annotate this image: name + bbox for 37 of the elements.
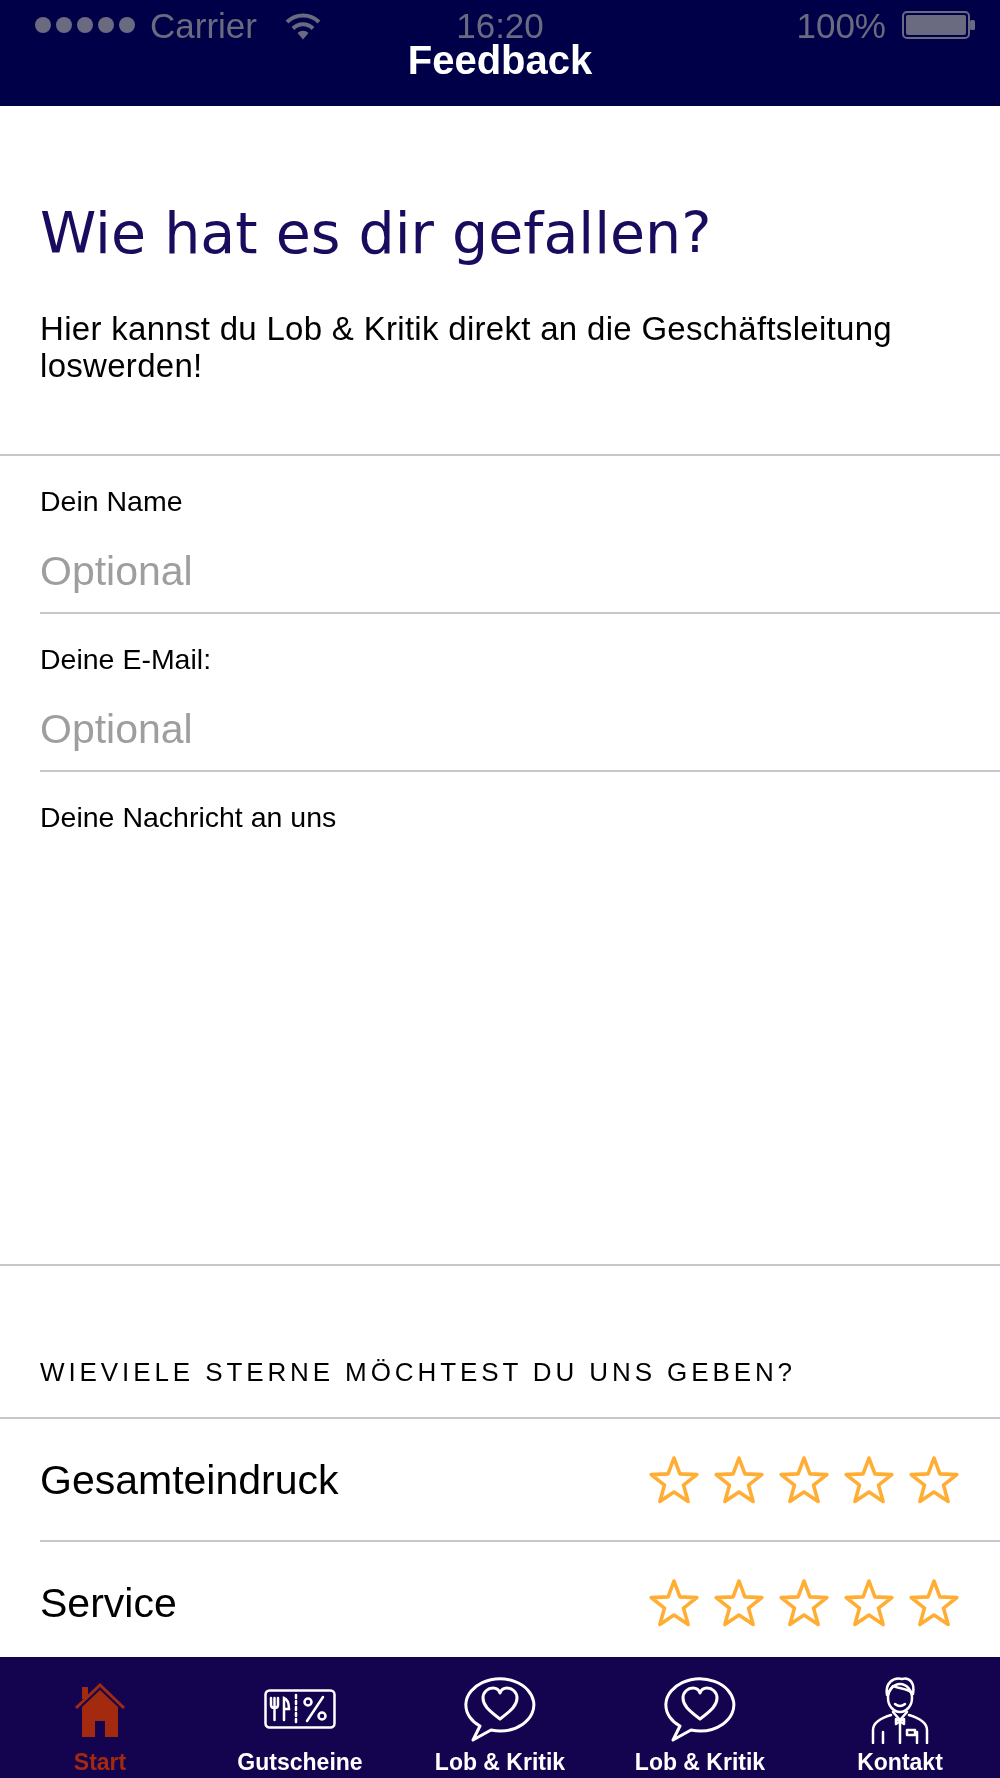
- tab[interactable]: Gutscheine: [200, 1657, 400, 1778]
- carrier-name: Carrier: [150, 7, 257, 43]
- star-rating[interactable]: [648, 1454, 960, 1505]
- star-icon[interactable]: [843, 1454, 895, 1505]
- star-icon[interactable]: [778, 1577, 830, 1628]
- star-rating[interactable]: [648, 1577, 960, 1628]
- star-icon[interactable]: [648, 1454, 700, 1505]
- signal-icon: [35, 17, 136, 33]
- star-icon[interactable]: [713, 1577, 765, 1628]
- rating-label: Service: [40, 1579, 177, 1626]
- heart-bubble-icon: [464, 1675, 536, 1743]
- page-heading: Wie hat es dir gefallen?: [40, 199, 713, 267]
- star-icon[interactable]: [648, 1577, 700, 1628]
- tab[interactable]: Lob & Kritik: [400, 1657, 600, 1778]
- field-label: Deine Nachricht an uns: [40, 802, 338, 832]
- person-icon: [869, 1674, 931, 1744]
- star-icon[interactable]: [908, 1454, 960, 1505]
- star-icon[interactable]: [843, 1577, 895, 1628]
- star-icon[interactable]: [713, 1454, 765, 1505]
- field-label: Deine E-Mail:: [40, 644, 213, 674]
- status-time: 16:20: [456, 7, 544, 43]
- section-heading: WIEVIELE STERNE MÖCHTEST DU UNS GEBEN?: [0, 1266, 1000, 1419]
- battery-icon: [902, 11, 976, 39]
- rating-label: Gesamteindruck: [40, 1456, 339, 1503]
- battery-percent: 100%: [796, 7, 886, 43]
- tab[interactable]: Lob & Kritik: [600, 1657, 800, 1778]
- tab[interactable]: Kontakt: [800, 1657, 1000, 1778]
- field-label: Dein Name: [40, 486, 184, 516]
- heart-bubble-icon: [664, 1675, 736, 1743]
- text-field[interactable]: Optional: [40, 530, 1000, 614]
- star-icon[interactable]: [908, 1577, 960, 1628]
- home-icon: [74, 1680, 126, 1738]
- star-icon[interactable]: [778, 1454, 830, 1505]
- voucher-icon: [264, 1689, 336, 1729]
- text-field[interactable]: Optional: [40, 688, 1000, 772]
- nav-title: Feedback: [407, 43, 593, 77]
- intro-text: Hier kannst du Lob & Kritik direkt an die Geschäftsleitung loswerden!: [40, 310, 893, 384]
